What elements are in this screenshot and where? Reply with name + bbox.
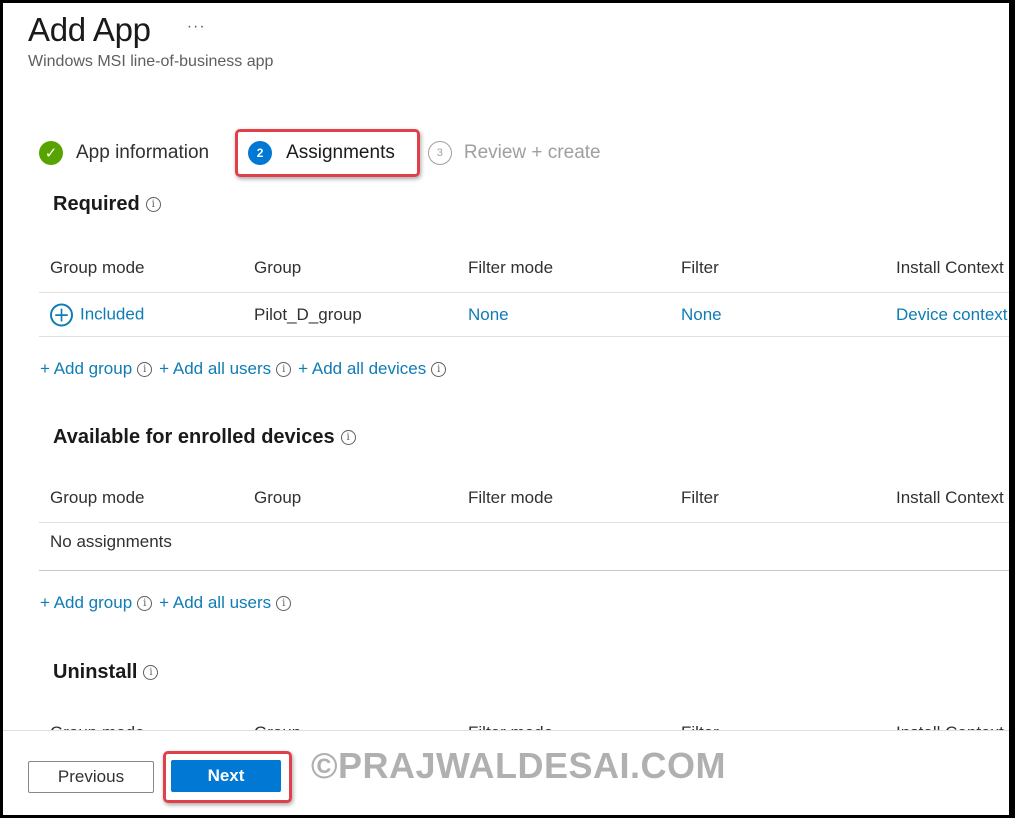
info-icon[interactable]: i bbox=[137, 595, 153, 611]
plus-circle-icon: + bbox=[50, 303, 73, 326]
previous-button[interactable]: Previous bbox=[28, 761, 154, 793]
add-all-devices-link[interactable]: + Add all devices bbox=[298, 359, 426, 379]
column-header-filter[interactable]: Filter bbox=[681, 258, 719, 278]
info-icon[interactable]: i bbox=[145, 197, 161, 212]
add-all-users-link[interactable]: + Add all users bbox=[159, 359, 271, 379]
column-header-filter[interactable]: Filter bbox=[681, 488, 719, 508]
more-options-icon[interactable]: ··· bbox=[187, 18, 206, 36]
right-border bbox=[1009, 3, 1012, 815]
available-table: Group mode Group Filter mode Filter Inst… bbox=[39, 473, 1012, 571]
filter-link[interactable]: None bbox=[681, 305, 722, 325]
column-header-install-context[interactable]: Install Context bbox=[896, 258, 1004, 278]
group-name: Pilot_D_group bbox=[254, 304, 362, 324]
column-header-filter-mode[interactable]: Filter mode bbox=[468, 488, 553, 508]
next-button[interactable]: Next bbox=[171, 760, 281, 792]
info-icon[interactable]: i bbox=[431, 361, 447, 377]
page-title: Add App bbox=[28, 11, 151, 48]
column-header-filter-mode[interactable]: Filter mode bbox=[468, 258, 553, 278]
step-label: Review + create bbox=[463, 142, 601, 163]
info-icon[interactable]: i bbox=[143, 665, 159, 680]
column-header-install-context[interactable]: Install Context bbox=[896, 488, 1004, 508]
page-subtitle: Windows MSI line-of-business app bbox=[28, 53, 274, 70]
info-icon[interactable]: i bbox=[276, 361, 292, 377]
required-table: Group mode Group Filter mode Filter Inst… bbox=[39, 243, 1012, 337]
watermark: ©PRAJWALDESAI.COM bbox=[311, 745, 727, 786]
section-title-required: Required i bbox=[53, 193, 161, 216]
column-header-group-mode[interactable]: Group mode bbox=[50, 488, 145, 508]
column-header-group-mode[interactable]: Group mode bbox=[50, 258, 145, 278]
table-header-row: Group mode Group Filter mode Filter Inst… bbox=[39, 243, 1012, 293]
group-mode-link[interactable]: + Included bbox=[50, 303, 144, 326]
section-title-available: Available for enrolled devices i bbox=[53, 426, 356, 449]
step-assignments[interactable]: 2 Assignments bbox=[235, 129, 420, 177]
table-header-row: Group mode Group Filter mode Filter Inst… bbox=[39, 473, 1012, 523]
checkmark-icon: ✓ bbox=[39, 141, 63, 165]
filter-mode-link[interactable]: None bbox=[468, 305, 509, 325]
step-label: Assignments bbox=[286, 142, 395, 163]
step-number-badge: 2 bbox=[248, 141, 273, 165]
add-group-link[interactable]: + Add group bbox=[40, 359, 132, 379]
empty-row: No assignments bbox=[39, 523, 1012, 571]
wizard-steps: ✓ App information 2 Assignments 3 Review… bbox=[39, 129, 601, 177]
step-number-badge: 3 bbox=[427, 141, 452, 165]
section-title-text: Available for enrolled devices bbox=[53, 426, 335, 448]
no-assignments-text: No assignments bbox=[50, 531, 172, 551]
add-app-page: Add App ··· Windows MSI line-of-business… bbox=[3, 3, 1012, 815]
group-mode-value: Included bbox=[80, 304, 145, 324]
table-row: + Included Pilot_D_group None None Devic… bbox=[39, 293, 1012, 337]
step-app-information[interactable]: ✓ App information bbox=[39, 131, 209, 175]
required-actions: + Add group i + Add all users i + Add al… bbox=[40, 359, 453, 379]
footer-bar: Previous Next ©PRAJWALDESAI.COM bbox=[3, 730, 1012, 815]
add-group-link[interactable]: + Add group bbox=[40, 593, 132, 613]
column-header-group[interactable]: Group bbox=[254, 258, 301, 278]
section-title-text: Required bbox=[53, 193, 140, 215]
page-header: Add App ··· Windows MSI line-of-business… bbox=[28, 11, 273, 71]
next-highlight: Next bbox=[163, 751, 292, 803]
info-icon[interactable]: i bbox=[340, 430, 356, 445]
install-context-link[interactable]: Device context bbox=[896, 305, 1008, 325]
info-icon[interactable]: i bbox=[276, 595, 292, 611]
available-actions: + Add group i + Add all users i bbox=[40, 593, 298, 613]
column-header-group[interactable]: Group bbox=[254, 488, 301, 508]
add-all-users-link[interactable]: + Add all users bbox=[159, 593, 271, 613]
info-icon[interactable]: i bbox=[137, 361, 153, 377]
step-label: App information bbox=[76, 142, 210, 163]
section-title-text: Uninstall bbox=[53, 661, 138, 683]
section-title-uninstall: Uninstall i bbox=[53, 661, 159, 684]
step-review-create[interactable]: 3 Review + create bbox=[427, 131, 601, 175]
